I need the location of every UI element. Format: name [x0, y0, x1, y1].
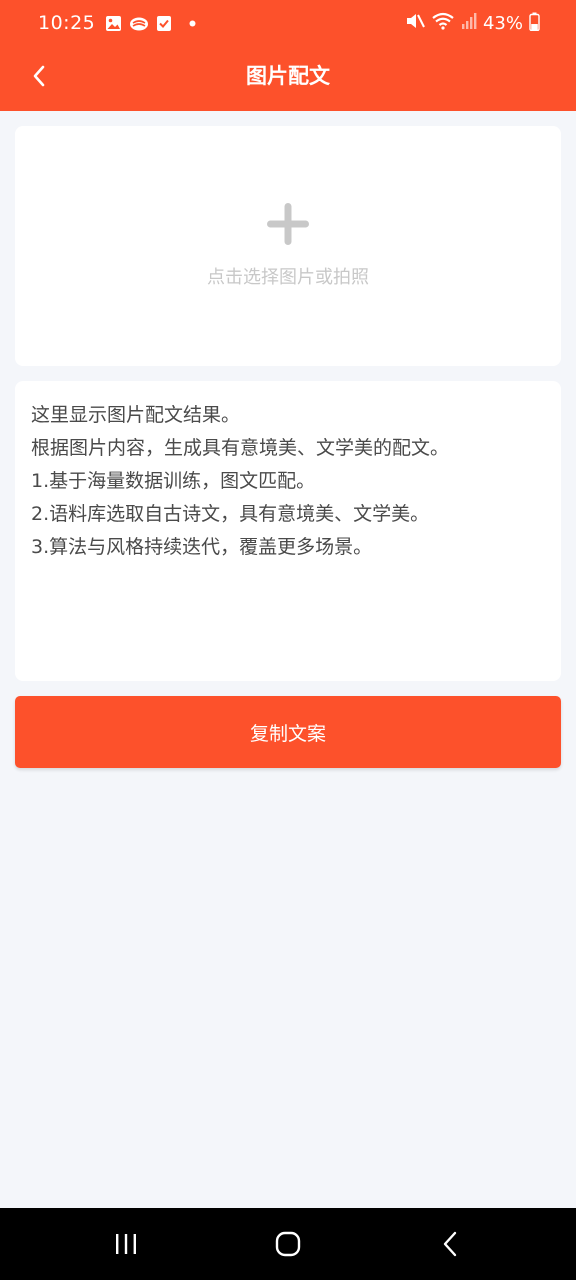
notification-icons [105, 15, 196, 32]
status-left: 10:25 [38, 10, 196, 36]
battery-icon [529, 12, 540, 35]
battery-percent: 43% [482, 12, 523, 34]
caption-result-box: 这里显示图片配文结果。 根据图片内容，生成具有意境美、文学美的配文。 1.基于海… [15, 381, 561, 681]
result-line: 2.语料库选取自古诗文，具有意境美、文学美。 [31, 503, 430, 525]
plus-icon [267, 203, 309, 245]
home-button[interactable] [243, 1208, 333, 1280]
dot-icon [189, 20, 196, 27]
status-right: 43% [405, 10, 540, 36]
home-icon [275, 1231, 301, 1257]
navigation-bar: 图片配文 [0, 48, 576, 104]
status-time: 10:25 [38, 12, 96, 34]
result-line: 这里显示图片配文结果。 [31, 404, 241, 426]
image-icon [105, 15, 122, 32]
result-line: 1.基于海量数据训练，图文匹配。 [31, 470, 316, 492]
recent-apps-icon [116, 1234, 136, 1254]
result-line: 根据图片内容，生成具有意境美、文学美的配文。 [31, 437, 450, 459]
back-icon [443, 1231, 457, 1257]
app-header: 10:25 43% 图片配文 [0, 0, 576, 111]
copy-text-button[interactable]: 复制文案 [15, 696, 561, 768]
image-upload-area[interactable]: 点击选择图片或拍照 [15, 126, 561, 366]
system-back-button[interactable] [405, 1208, 495, 1280]
signal-icon [461, 12, 477, 34]
mute-icon [405, 12, 425, 34]
caption-result-text: 这里显示图片配文结果。 根据图片内容，生成具有意境美、文学美的配文。 1.基于海… [31, 399, 547, 564]
system-navigation-bar [0, 1208, 576, 1280]
page-title: 图片配文 [246, 64, 330, 88]
upload-hint: 点击选择图片或拍照 [207, 267, 369, 288]
check-square-icon [156, 15, 172, 32]
result-line: 3.算法与风格持续迭代，覆盖更多场景。 [31, 536, 373, 558]
recent-apps-button[interactable] [81, 1208, 171, 1280]
wifi-icon [431, 12, 455, 34]
status-bar: 10:25 43% [0, 0, 576, 46]
cloud-icon [129, 15, 149, 32]
